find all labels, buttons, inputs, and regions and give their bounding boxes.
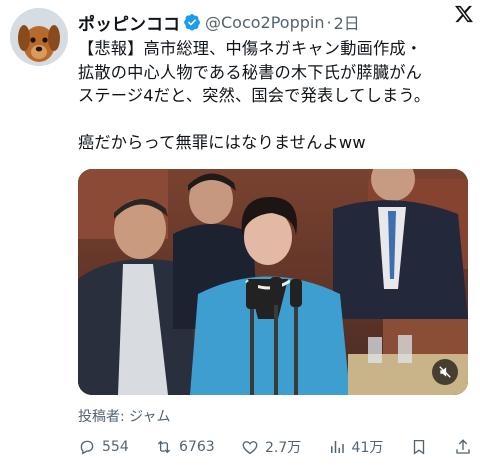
heart-icon	[242, 441, 258, 455]
bookmark-button[interactable]	[410, 438, 428, 456]
reply-icon	[80, 440, 94, 455]
x-logo-icon[interactable]	[454, 4, 474, 24]
tweet-video[interactable]	[78, 169, 468, 395]
tweet-text: 【悲報】高市総理、中傷ネガキャン動画作成・ 拡散の中心人物である秘書の木下氏が膵…	[78, 37, 474, 155]
share-icon	[456, 439, 470, 454]
like-count: 2.7万	[264, 440, 302, 456]
tweet-header: ポッピンココ @Coco2Poppin · 2日	[78, 8, 470, 36]
parliament-scene-image	[78, 169, 468, 395]
tweet-text-line: 癌だからって無罪にはなりませんよww	[78, 133, 366, 152]
bookmark-icon	[413, 439, 424, 455]
views-button[interactable]: 41万	[328, 437, 384, 457]
tweet-actions: 554 6763 2.7万 41万	[78, 436, 472, 458]
mute-icon	[439, 366, 451, 378]
tweet-text-line: ステージ4だと、突然、国会で発表してしまう。	[78, 86, 431, 105]
separator-dot: ·	[326, 12, 332, 32]
mute-button[interactable]	[432, 359, 458, 385]
reply-button[interactable]: 554	[78, 438, 129, 456]
share-button[interactable]	[454, 438, 472, 456]
dog-avatar-image	[10, 8, 68, 66]
repost-icon	[157, 440, 171, 454]
attribution[interactable]: 投稿者: ジャム	[78, 406, 170, 426]
view-count: 41万	[351, 440, 384, 456]
like-button[interactable]: 2.7万	[241, 437, 301, 457]
avatar[interactable]	[10, 8, 68, 66]
repost-button[interactable]: 6763	[155, 438, 215, 456]
repost-count: 6763	[179, 439, 215, 455]
display-name[interactable]: ポッピンココ	[78, 10, 180, 35]
verified-badge-icon	[184, 14, 201, 31]
timestamp[interactable]: 2日	[334, 10, 360, 34]
reply-count: 554	[102, 439, 129, 455]
tweet-text-line: 【悲報】高市総理、中傷ネガキャン動画作成・	[78, 39, 423, 58]
handle[interactable]: @Coco2Poppin	[205, 13, 325, 32]
tweet-text-line: 拡散の中心人物である秘書の木下氏が膵臓がん	[78, 62, 422, 82]
views-icon	[330, 441, 344, 453]
